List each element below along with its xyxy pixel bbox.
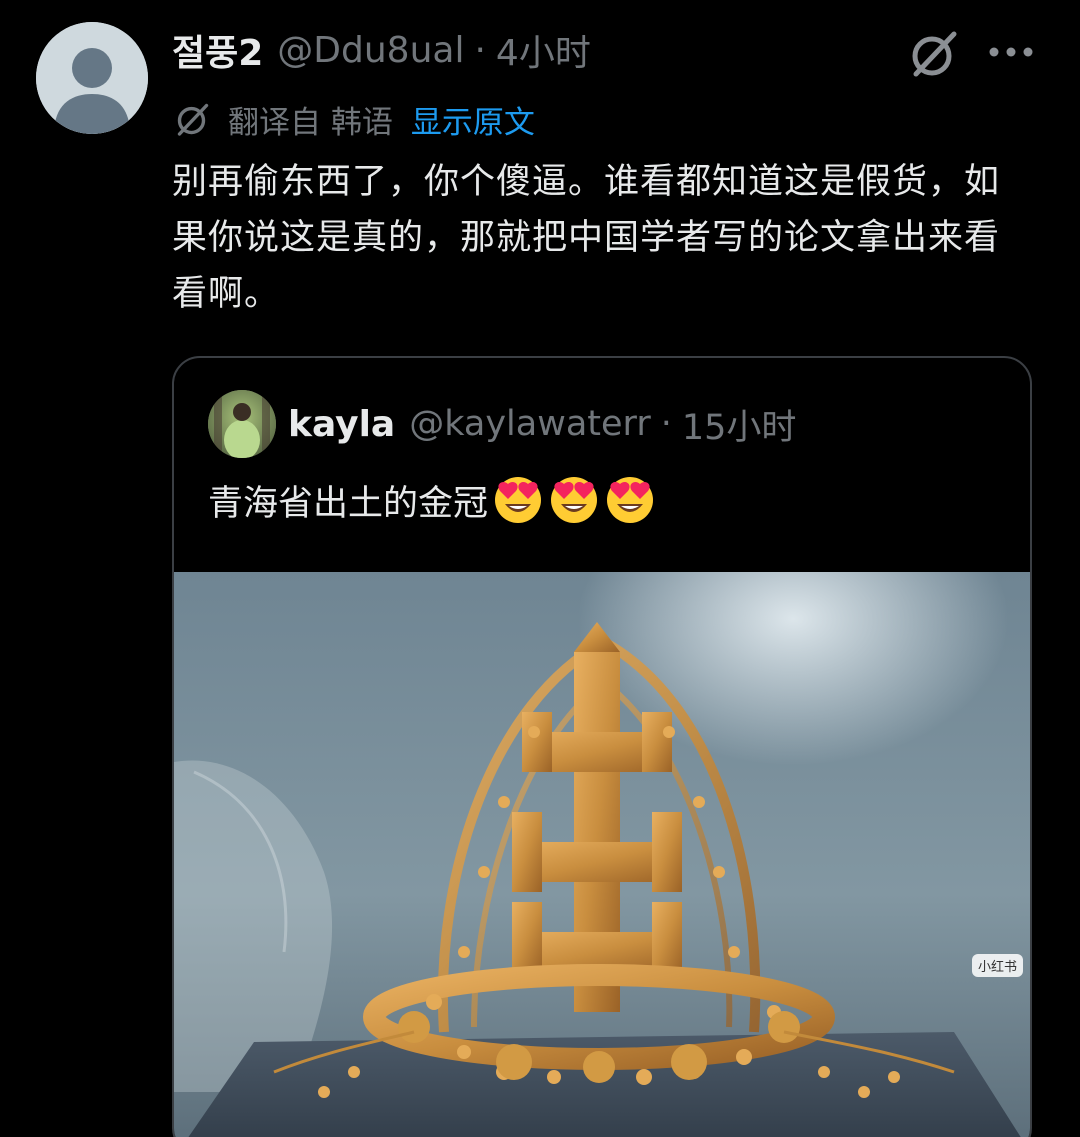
translated-from-label: 翻译自 韩语 [228,104,393,141]
separator-dot: · [474,29,486,71]
tweet[interactable]: 절풍2 @Ddu8ual · 4小时 翻译自 韩语 显示原文 别再偷东西了，你个… [0,0,1080,1137]
grok-icon[interactable] [906,26,962,82]
tweet-text: 别再偷东西了，你个傻逼。谁看都知道这是假货，如果你说这是真的，那就把中国学者写的… [172,162,1001,314]
golden-crown-photo [174,572,1030,1137]
heart-eyes-emoji-icon [492,474,544,526]
translation-bar: 翻译自 韩语 显示原文 [172,96,535,142]
quoted-timestamp[interactable]: 15小时 [682,399,797,450]
watermark: 小红书 [972,954,1024,977]
quoted-text-row: 青海省出土的金冠 [208,472,656,528]
quoted-media-image[interactable]: 小红书 [174,572,1030,1137]
timestamp[interactable]: 4小时 [496,24,591,76]
separator-dot: · [660,404,672,444]
quoted-display-name[interactable]: kayla [288,404,395,445]
show-original-link[interactable]: 显示原文 [411,97,535,142]
quoted-text: 青海省出土的金冠 [208,483,489,524]
translate-icon [172,98,214,140]
display-name[interactable]: 절풍2 [172,24,263,76]
user-handle[interactable]: @Ddu8ual [277,30,464,71]
tweet-header: 절풍2 @Ddu8ual · 4小时 [172,22,591,78]
quoted-user-handle[interactable]: @kaylawaterr [409,404,650,444]
avatar[interactable] [36,22,148,134]
heart-eyes-emoji-icon [604,474,656,526]
heart-eyes-emoji-icon [548,474,600,526]
quoted-avatar[interactable] [208,390,276,458]
quoted-header: kayla @kaylawaterr · 15小时 [288,398,796,450]
quoted-tweet[interactable]: kayla @kaylawaterr · 15小时 青海省出土的金冠 小红书 [172,356,1032,1137]
more-options-icon[interactable] [986,34,1036,70]
